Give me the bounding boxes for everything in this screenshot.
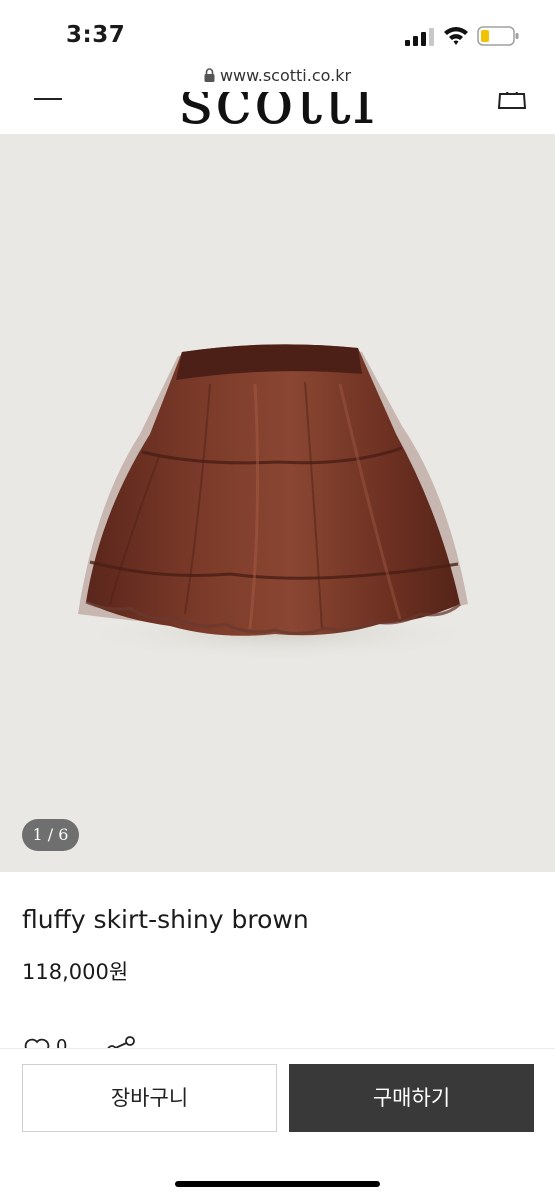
signal-icon <box>405 28 434 46</box>
browser-url-bar[interactable]: www.scotti.co.kr <box>0 66 555 92</box>
product-title: fluffy skirt-shiny brown <box>22 905 309 934</box>
product-image[interactable]: 1 / 6 <box>0 134 555 872</box>
home-indicator[interactable] <box>175 1181 380 1187</box>
heart-icon[interactable] <box>24 1038 50 1048</box>
url-text: www.scotti.co.kr <box>219 66 352 85</box>
buy-now-button[interactable]: 구매하기 <box>289 1064 534 1132</box>
wifi-icon <box>444 27 468 45</box>
like-count: 0 <box>56 1036 68 1048</box>
site-logo[interactable]: scotti <box>0 92 555 134</box>
site-header: scotti <box>0 92 555 135</box>
cart-icon[interactable] <box>497 92 527 110</box>
product-price: 118,000원 <box>22 960 129 984</box>
add-to-cart-button[interactable]: 장바구니 <box>22 1064 277 1132</box>
bottom-action-bar: 장바구니 구매하기 <box>0 1048 555 1201</box>
battery-icon <box>477 26 519 46</box>
status-bar: 3:37 <box>0 0 555 70</box>
skirt-photo <box>68 344 488 662</box>
product-meta-row: 0 <box>0 1036 555 1048</box>
image-counter: 1 / 6 <box>22 819 79 851</box>
status-time: 3:37 <box>66 22 126 48</box>
lock-icon <box>204 68 215 82</box>
share-icon[interactable] <box>104 1036 136 1048</box>
